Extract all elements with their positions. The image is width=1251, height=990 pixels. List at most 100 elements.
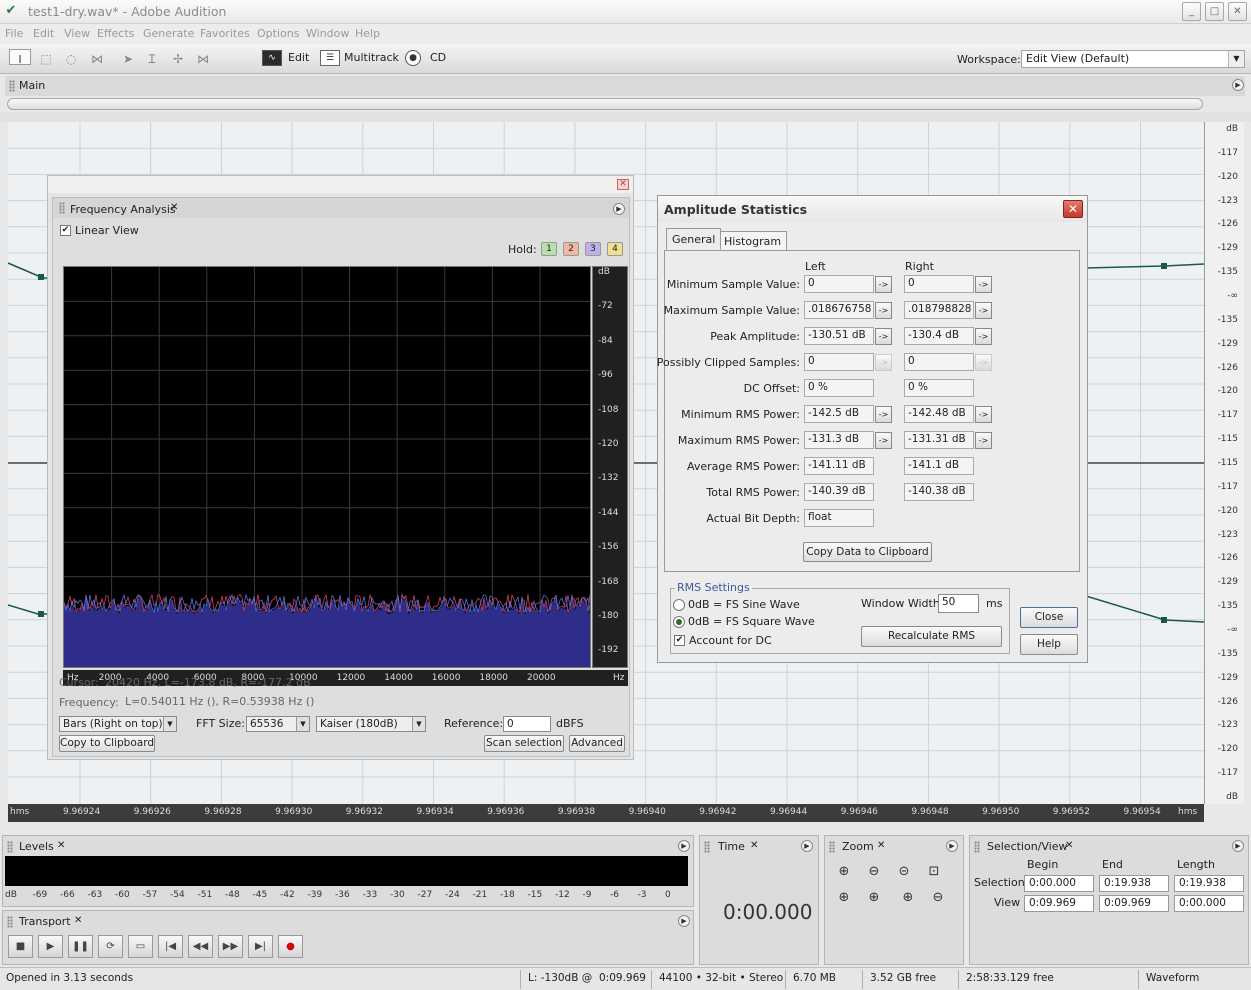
- panel-grip-icon[interactable]: [7, 841, 13, 853]
- stat-right-value[interactable]: 0 %: [904, 379, 974, 397]
- hold-2-button[interactable]: 2: [563, 242, 579, 256]
- maximize-button[interactable]: □: [1205, 2, 1224, 21]
- zoom-out-full-icon[interactable]: ⊝: [894, 863, 914, 881]
- floating-window-titlebar[interactable]: ✕: [48, 176, 633, 193]
- dialog-close-icon[interactable]: ✕: [1063, 200, 1083, 218]
- go-to-left-icon[interactable]: ->: [875, 328, 892, 345]
- menu-view[interactable]: View: [64, 27, 90, 40]
- menu-favorites[interactable]: Favorites: [200, 27, 250, 40]
- cd-view-button[interactable]: CD: [430, 51, 446, 64]
- hold-3-button[interactable]: 3: [585, 242, 601, 256]
- zoom-in-horizontal-icon[interactable]: ⊕: [834, 863, 854, 881]
- go-to-left-icon[interactable]: ->: [875, 276, 892, 293]
- close-tab-icon[interactable]: ✕: [877, 840, 885, 851]
- stat-left-value[interactable]: .018676758: [804, 301, 874, 319]
- tab-time[interactable]: Time: [718, 840, 745, 853]
- multitrack-icon[interactable]: ☰: [320, 50, 340, 66]
- account-for-dc-checkbox[interactable]: ✔: [674, 635, 685, 646]
- hold-4-button[interactable]: 4: [607, 242, 623, 256]
- go-to-right-icon[interactable]: ->: [975, 432, 992, 449]
- zoom-out-vertical-icon[interactable]: ⊖: [928, 889, 948, 907]
- tab-zoom[interactable]: Zoom: [842, 840, 874, 853]
- tab-selection-view[interactable]: Selection/View: [987, 840, 1068, 853]
- help-button[interactable]: Help: [1020, 634, 1078, 655]
- tab-main[interactable]: Main: [19, 79, 45, 92]
- panel-menu-icon[interactable]: ▶: [613, 203, 625, 215]
- record-button[interactable]: ●: [278, 935, 303, 958]
- go-to-left-icon[interactable]: ->: [875, 354, 892, 371]
- go-to-left-icon[interactable]: ->: [875, 406, 892, 423]
- scrub-tool-icon[interactable]: ✢: [167, 49, 189, 69]
- panel-menu-icon[interactable]: ▶: [678, 915, 690, 927]
- menu-window[interactable]: Window: [306, 27, 349, 40]
- dialog-titlebar[interactable]: Amplitude Statistics ✕: [658, 196, 1087, 222]
- close-button[interactable]: Close: [1020, 607, 1078, 628]
- go-to-start-button[interactable]: |◀: [158, 935, 183, 958]
- fft-size-select[interactable]: 65536 ▼: [246, 716, 310, 732]
- close-tab-icon[interactable]: ✕: [1065, 840, 1073, 851]
- marquee-tool-icon[interactable]: ⬚: [35, 49, 57, 69]
- tab-general[interactable]: General: [666, 228, 722, 250]
- close-tab-icon[interactable]: ✕: [57, 840, 65, 851]
- go-to-right-icon[interactable]: ->: [975, 328, 992, 345]
- stat-right-value[interactable]: -131.31 dB: [904, 431, 974, 449]
- close-window-button[interactable]: ✕: [1228, 2, 1247, 21]
- reference-input[interactable]: 0: [503, 716, 551, 732]
- zoom-in-vertical-icon[interactable]: ⊕: [898, 889, 918, 907]
- stat-left-value[interactable]: -141.11 dB: [804, 457, 874, 475]
- panel-menu-icon[interactable]: ▶: [946, 840, 958, 852]
- sine-wave-radio[interactable]: [673, 599, 685, 611]
- go-to-left-icon[interactable]: ->: [875, 432, 892, 449]
- window-width-input[interactable]: 50: [938, 594, 979, 613]
- spot-heal-icon[interactable]: ⋈: [192, 49, 214, 69]
- stat-left-value[interactable]: 0: [804, 353, 874, 371]
- stat-left-value[interactable]: 0: [804, 275, 874, 293]
- tab-transport[interactable]: Transport: [19, 915, 71, 928]
- panel-grip-icon[interactable]: [7, 916, 13, 928]
- horizontal-zoom-scrollbar[interactable]: [7, 98, 1203, 110]
- menu-effects[interactable]: Effects: [97, 27, 134, 40]
- panel-menu-icon[interactable]: ▶: [801, 840, 813, 852]
- menu-edit[interactable]: Edit: [33, 27, 54, 40]
- effects-paintbrush-icon[interactable]: ⋈: [86, 49, 108, 69]
- zoom-to-selection-icon[interactable]: ⊡: [924, 863, 944, 881]
- menu-file[interactable]: File: [5, 27, 23, 40]
- linear-view-checkbox[interactable]: ✔: [60, 225, 71, 236]
- stat-left-value[interactable]: -131.3 dB: [804, 431, 874, 449]
- copy-data-to-clipboard-button[interactable]: Copy Data to Clipboard: [803, 542, 932, 562]
- spectrum-graph[interactable]: [63, 266, 591, 668]
- panel-grip-icon[interactable]: [9, 80, 15, 92]
- close-tab-icon[interactable]: ✕: [750, 840, 758, 851]
- stat-right-value[interactable]: 0: [904, 275, 974, 293]
- panel-menu-icon[interactable]: ▶: [1232, 79, 1244, 91]
- go-to-right-icon[interactable]: ->: [975, 354, 992, 371]
- rewind-button[interactable]: ◀◀: [188, 935, 213, 958]
- stop-button[interactable]: ■: [8, 935, 33, 958]
- panel-menu-icon[interactable]: ▶: [678, 840, 690, 852]
- stat-right-value[interactable]: -130.4 dB: [904, 327, 974, 345]
- edit-view-button[interactable]: Edit: [288, 51, 309, 64]
- stat-left-value[interactable]: -140.39 dB: [804, 483, 874, 501]
- time-selection-tool-icon[interactable]: I: [9, 49, 31, 66]
- zoom-right-edge-icon[interactable]: ⊕: [864, 889, 884, 907]
- close-tab-icon[interactable]: ✕: [74, 915, 82, 926]
- go-to-right-icon[interactable]: ->: [975, 302, 992, 319]
- stat-right-value[interactable]: -140.38 dB: [904, 483, 974, 501]
- menu-help[interactable]: Help: [355, 27, 380, 40]
- scan-selection-button[interactable]: Scan selection: [484, 735, 564, 752]
- panel-grip-icon[interactable]: [974, 841, 980, 853]
- panel-menu-icon[interactable]: ▶: [1232, 840, 1244, 852]
- panel-grip-icon[interactable]: [829, 841, 835, 853]
- square-wave-radio[interactable]: [673, 616, 685, 628]
- lasso-tool-icon[interactable]: ◌: [60, 49, 82, 69]
- go-to-right-icon[interactable]: ->: [975, 276, 992, 293]
- edit-view-icon[interactable]: ∿: [262, 50, 282, 66]
- tab-frequency-analysis[interactable]: Frequency Analysis: [70, 203, 176, 216]
- play-button[interactable]: ▶: [38, 935, 63, 958]
- view-end-input[interactable]: 0:09.969: [1099, 895, 1169, 912]
- panel-grip-icon[interactable]: [704, 841, 710, 853]
- menu-generate[interactable]: Generate: [143, 27, 194, 40]
- panel-grip-icon[interactable]: [59, 202, 65, 214]
- stat-right-value[interactable]: .018798828: [904, 301, 974, 319]
- selection-length-input[interactable]: 0:19.938: [1174, 875, 1244, 892]
